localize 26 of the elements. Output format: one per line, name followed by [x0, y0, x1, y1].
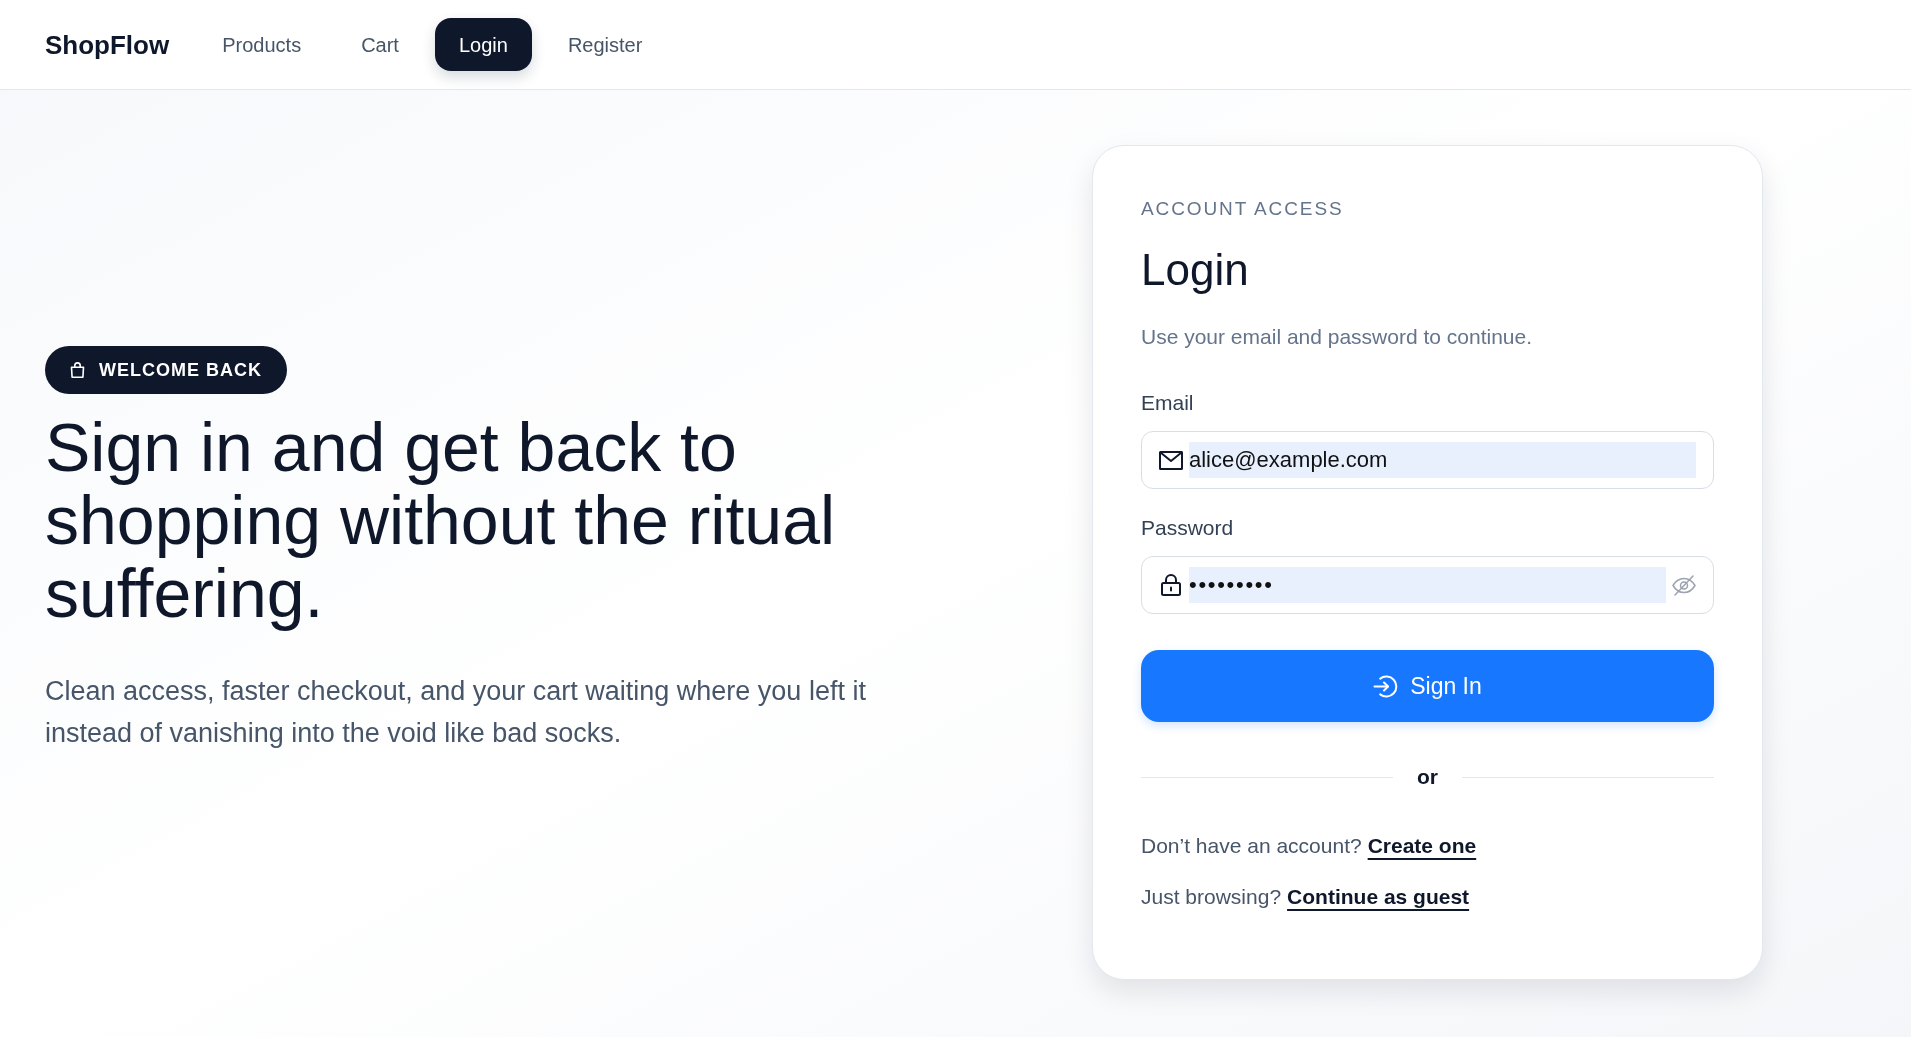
text-link[interactable]: Create one: [1367, 832, 1477, 860]
welcome-label: WELCOME BACK: [99, 361, 262, 379]
sign-in-button[interactable]: Sign In: [1141, 650, 1714, 722]
prompt-text: Just browsing?: [1141, 884, 1282, 910]
prompt-text: Don’t have an account?: [1141, 833, 1362, 859]
login-title: Login: [1141, 244, 1250, 296]
eyebrow-label: ACCOUNT ACCESS: [1141, 197, 1345, 221]
eye-slash-icon[interactable]: [1672, 574, 1696, 596]
nav-link[interactable]: Products: [198, 18, 326, 71]
hero-heading: Sign in and get back to shopping without the ritual suffering.: [45, 411, 837, 630]
password-field[interactable]: •••••••••: [1141, 556, 1714, 614]
field-label: Password: [1141, 515, 1235, 541]
email-field[interactable]: alice@example.com: [1141, 431, 1714, 489]
lock-icon: [1161, 574, 1181, 596]
divider-text: or: [1416, 764, 1439, 790]
nav-link[interactable]: Cart: [337, 18, 423, 71]
logo[interactable]: ShopFlow: [45, 31, 170, 58]
mail-icon: [1159, 450, 1183, 470]
hero-text: Clean access, faster checkout, and your cart waiting where you left it instead of vanishing into the void like bad socks.: [45, 675, 867, 750]
login-icon: [1373, 673, 1399, 699]
nav-link[interactable]: Login: [434, 18, 532, 71]
field-label: Email: [1141, 390, 1195, 416]
nav-link[interactable]: Register: [543, 18, 667, 71]
text-link[interactable]: Continue as guest: [1287, 883, 1470, 911]
login-subtitle: Use your email and password to continue.: [1141, 324, 1534, 350]
bag-icon: [70, 362, 85, 378]
